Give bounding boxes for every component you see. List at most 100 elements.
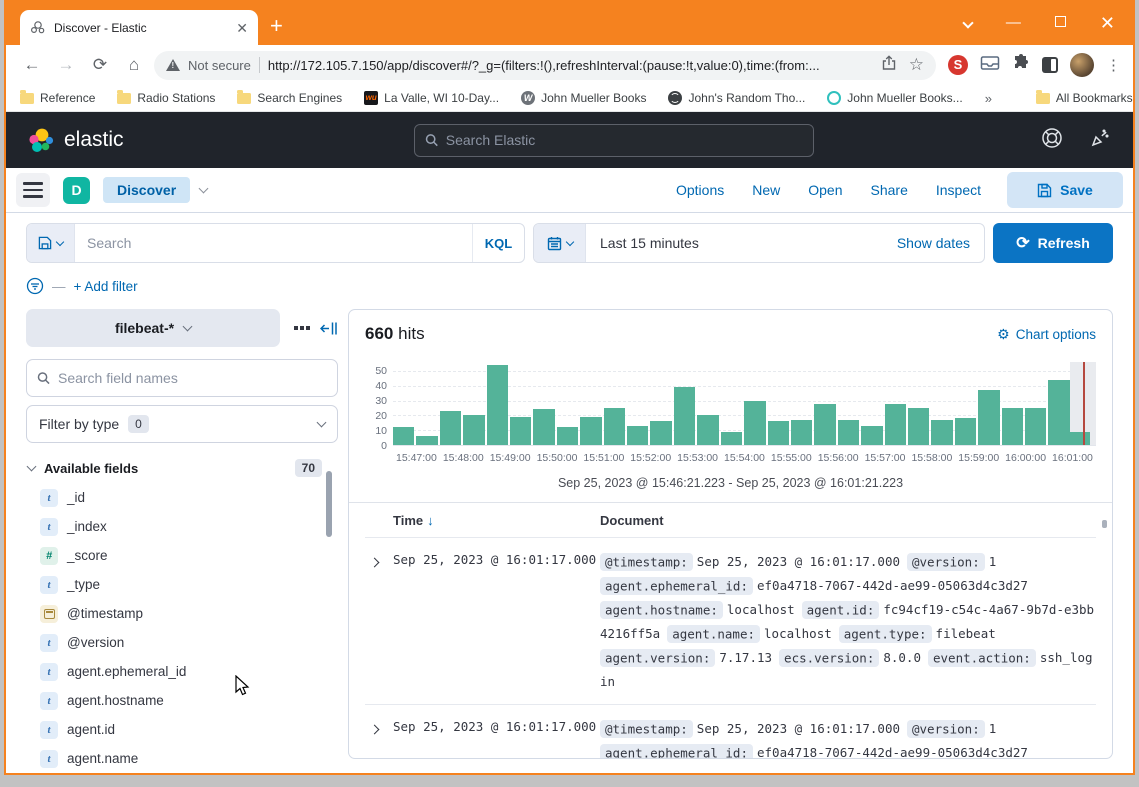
bookmarks-overflow-chevron[interactable]: » bbox=[985, 91, 992, 106]
histogram-bar[interactable] bbox=[885, 404, 906, 446]
table-scrollbar[interactable] bbox=[1102, 520, 1107, 528]
time-range-value[interactable]: Last 15 minutes bbox=[586, 224, 883, 262]
histogram-bar[interactable] bbox=[955, 418, 976, 445]
field-list-item[interactable]: tagent.hostname bbox=[26, 686, 338, 715]
filter-by-type-select[interactable]: Filter by type 0 bbox=[26, 405, 338, 443]
back-icon[interactable]: ← bbox=[18, 51, 46, 79]
sidebar-scrollbar[interactable] bbox=[326, 471, 332, 537]
field-list-item[interactable]: tagent.id bbox=[26, 715, 338, 744]
doc-field-name[interactable]: agent.id: bbox=[802, 601, 880, 619]
browser-tab[interactable]: Discover - Elastic ✕ bbox=[20, 10, 258, 45]
histogram-plot[interactable] bbox=[393, 362, 1096, 446]
histogram-bar[interactable] bbox=[908, 408, 929, 445]
extension-split-square-icon[interactable] bbox=[1042, 57, 1058, 73]
histogram-bar[interactable] bbox=[463, 415, 484, 445]
histogram-bar[interactable] bbox=[978, 390, 999, 445]
histogram-bar[interactable] bbox=[791, 420, 812, 445]
filter-icon[interactable] bbox=[26, 277, 44, 295]
top-nav-item-share[interactable]: Share bbox=[871, 182, 908, 198]
doc-field-name[interactable]: agent.type: bbox=[839, 625, 932, 643]
elastic-logo[interactable]: elastic bbox=[28, 127, 124, 154]
bookmark-item[interactable]: John's Random Tho... bbox=[668, 91, 805, 105]
bookmark-item[interactable]: Search Engines bbox=[237, 91, 342, 105]
window-maximize-button[interactable] bbox=[1055, 15, 1066, 30]
field-search-box[interactable] bbox=[26, 359, 338, 397]
kql-language-button[interactable]: KQL bbox=[472, 224, 524, 262]
date-quick-menu-button[interactable] bbox=[534, 224, 586, 262]
time-column-header[interactable]: Time bbox=[393, 513, 423, 528]
window-minimize-button[interactable]: — bbox=[1006, 15, 1021, 30]
window-close-button[interactable]: ✕ bbox=[1100, 14, 1115, 32]
doc-field-name[interactable]: agent.name: bbox=[667, 625, 760, 643]
histogram-bar[interactable] bbox=[674, 387, 695, 445]
show-dates-button[interactable]: Show dates bbox=[883, 224, 984, 262]
extension-s-icon[interactable]: S bbox=[948, 55, 968, 75]
forward-icon[interactable]: → bbox=[52, 51, 80, 79]
new-tab-button[interactable]: + bbox=[270, 13, 283, 39]
index-pattern-switcher[interactable]: filebeat-* bbox=[26, 309, 280, 347]
histogram-bar[interactable] bbox=[861, 426, 882, 445]
histogram-bar[interactable] bbox=[440, 411, 461, 445]
refresh-button[interactable]: ⟳ Refresh bbox=[993, 223, 1113, 263]
available-fields-chevron-icon[interactable] bbox=[27, 461, 37, 471]
help-icon[interactable] bbox=[1041, 127, 1063, 154]
histogram-bar[interactable] bbox=[416, 436, 437, 445]
bookmark-item[interactable]: wuLa Valle, WI 10-Day... bbox=[364, 91, 499, 105]
add-filter-button[interactable]: + Add filter bbox=[74, 279, 138, 294]
save-button[interactable]: Save bbox=[1007, 172, 1123, 208]
top-nav-item-open[interactable]: Open bbox=[808, 182, 842, 198]
all-bookmarks-button[interactable]: All Bookmarks bbox=[1036, 91, 1133, 105]
histogram-bar[interactable] bbox=[697, 415, 718, 445]
not-secure-label[interactable]: Not secure bbox=[188, 58, 251, 73]
extension-mail-icon[interactable] bbox=[980, 55, 1000, 76]
field-list-item[interactable]: tagent.name bbox=[26, 744, 338, 773]
bookmark-star-icon[interactable]: ☆ bbox=[909, 55, 924, 75]
field-list-item[interactable]: tagent.ephemeral_id bbox=[26, 657, 338, 686]
kql-search-input[interactable] bbox=[87, 235, 460, 251]
breadcrumb-chevron-icon[interactable] bbox=[199, 184, 209, 194]
chart-options-button[interactable]: ⚙ Chart options bbox=[997, 326, 1096, 343]
global-search-box[interactable] bbox=[414, 124, 814, 157]
histogram-bar[interactable] bbox=[838, 420, 859, 445]
available-fields-label[interactable]: Available fields bbox=[44, 461, 138, 476]
document-column-header[interactable]: Document bbox=[600, 513, 664, 528]
whats-new-party-popper-icon[interactable] bbox=[1089, 127, 1111, 154]
doc-field-name[interactable]: agent.hostname: bbox=[600, 601, 723, 619]
field-list-item[interactable]: t_id bbox=[26, 483, 338, 512]
address-bar[interactable]: Not secure http://172.105.7.150/app/disc… bbox=[154, 51, 936, 80]
partial-bucket-bar[interactable] bbox=[1070, 432, 1090, 445]
hamburger-menu-icon[interactable] bbox=[16, 173, 50, 207]
histogram-bar[interactable] bbox=[814, 404, 835, 446]
window-menu-chevron-icon[interactable] bbox=[964, 15, 972, 30]
index-pattern-options-icon[interactable] bbox=[294, 326, 310, 330]
histogram-bar[interactable] bbox=[393, 427, 414, 445]
histogram-bar[interactable] bbox=[627, 426, 648, 445]
histogram-bar[interactable] bbox=[768, 421, 789, 445]
field-list-item[interactable]: t_type bbox=[26, 570, 338, 599]
collapse-sidebar-icon[interactable] bbox=[320, 321, 337, 336]
histogram-bar[interactable] bbox=[1002, 408, 1023, 445]
extensions-puzzle-icon[interactable] bbox=[1012, 54, 1030, 77]
histogram-bar[interactable] bbox=[1025, 408, 1046, 445]
saved-query-menu-button[interactable] bbox=[27, 224, 75, 262]
field-list-item[interactable]: t_index bbox=[26, 512, 338, 541]
bookmark-item[interactable]: John Mueller Books... bbox=[827, 91, 962, 105]
chrome-menu-icon[interactable]: ⋮ bbox=[1106, 56, 1121, 74]
expand-row-chevron-icon[interactable] bbox=[365, 550, 393, 694]
doc-field-name[interactable]: agent.ephemeral_id: bbox=[600, 577, 753, 595]
histogram-bar[interactable] bbox=[650, 421, 671, 445]
doc-field-name[interactable]: @version: bbox=[907, 720, 985, 738]
top-nav-item-options[interactable]: Options bbox=[676, 182, 724, 198]
global-search-input[interactable] bbox=[446, 132, 803, 148]
doc-field-name[interactable]: agent.ephemeral_id: bbox=[600, 744, 753, 760]
field-list-item[interactable]: t@version bbox=[26, 628, 338, 657]
histogram-bar[interactable] bbox=[604, 408, 625, 445]
doc-field-name[interactable]: @timestamp: bbox=[600, 553, 693, 571]
reload-icon[interactable]: ⟳ bbox=[86, 51, 114, 79]
home-icon[interactable]: ⌂ bbox=[120, 51, 148, 79]
field-list-item[interactable]: @timestamp bbox=[26, 599, 338, 628]
doc-field-name[interactable]: agent.version: bbox=[600, 649, 715, 667]
bookmark-item[interactable]: Radio Stations bbox=[117, 91, 215, 105]
breadcrumb[interactable]: Discover bbox=[103, 177, 190, 203]
field-list-item[interactable]: #_score bbox=[26, 541, 338, 570]
